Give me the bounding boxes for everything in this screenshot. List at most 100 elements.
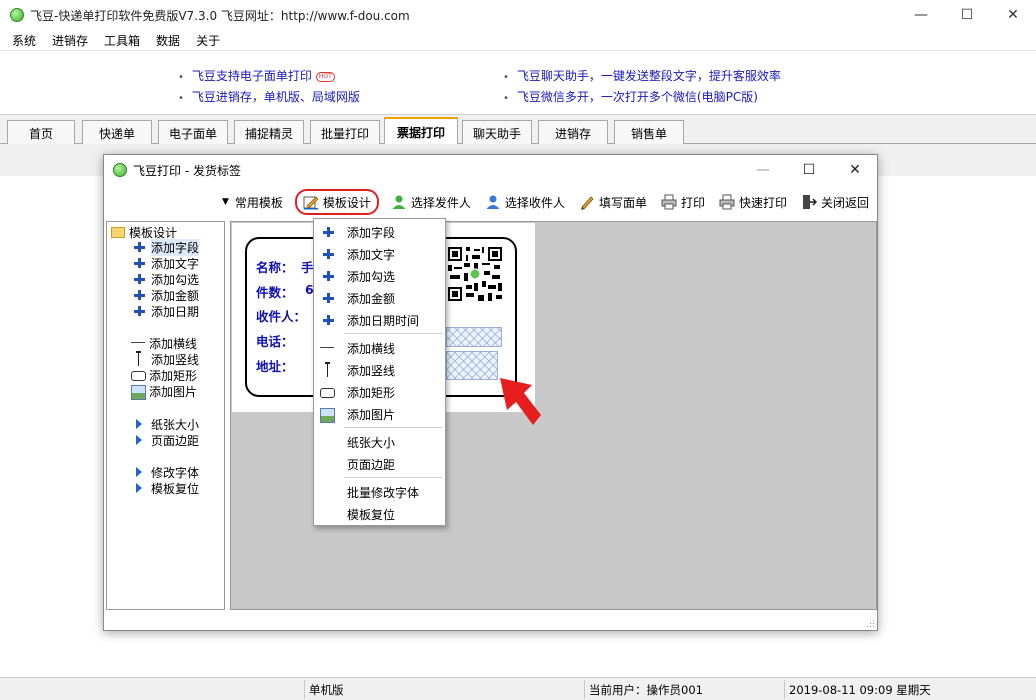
tree-item-add-amount[interactable]: 添加金额 — [133, 287, 199, 303]
label-count[interactable]: 件数： — [256, 282, 294, 301]
tab-home[interactable]: 首页 — [7, 120, 75, 145]
resize-grip-icon[interactable] — [865, 618, 875, 628]
tab-inventory[interactable]: 进销存 — [538, 120, 608, 145]
select-sender-button[interactable]: 选择发件人 — [389, 191, 473, 213]
fill-form-button[interactable]: 填写面单 — [577, 191, 649, 213]
menu-add-hline[interactable]: 添加横线 — [314, 337, 445, 359]
close-button[interactable]: ✕ — [990, 0, 1036, 30]
quick-printer-icon — [719, 194, 735, 210]
menu-add-check[interactable]: 添加勾选 — [314, 265, 445, 287]
tree-item-add-vline[interactable]: 添加竖线 — [133, 351, 199, 367]
news-link-wechat[interactable]: 飞豆微信多开，一次打开多个微信(电脑PC版) — [503, 88, 758, 105]
vertical-line-icon — [322, 362, 334, 377]
menu-add-datetime[interactable]: 添加日期时间 — [314, 309, 445, 331]
news-link-inventory[interactable]: 飞豆进销存，单机版、局域网版 — [178, 88, 360, 105]
tab-capture[interactable]: 捕捉精灵 — [234, 120, 304, 145]
menu-add-vline[interactable]: 添加竖线 — [314, 359, 445, 381]
dialog-close-button[interactable]: ✕ — [832, 155, 878, 185]
menu-page-margin[interactable]: 页面边距 — [314, 453, 445, 475]
red-pointer-arrow-icon — [500, 378, 541, 425]
menu-separator — [344, 427, 442, 428]
tree-item-add-check[interactable]: 添加勾选 — [133, 271, 199, 287]
common-template-button[interactable]: ▼ 常用模板 — [220, 191, 285, 213]
minimize-button[interactable]: — — [898, 0, 944, 30]
close-return-button[interactable]: 关闭返回 — [799, 191, 871, 213]
label-phone[interactable]: 电话： — [256, 331, 294, 350]
phone-field-box[interactable] — [446, 327, 502, 347]
tab-ticket-print[interactable]: 票据打印 — [384, 117, 458, 146]
select-receiver-button[interactable]: 选择收件人 — [483, 191, 567, 213]
plus-icon — [133, 305, 145, 317]
horizontal-line-icon — [131, 337, 145, 349]
tree-item-add-text[interactable]: 添加文字 — [133, 255, 199, 271]
label-address[interactable]: 地址： — [256, 356, 294, 375]
label-name[interactable]: 名称： — [256, 257, 294, 276]
maximize-button[interactable]: ☐ — [944, 0, 990, 30]
vertical-line-icon — [133, 351, 145, 366]
menu-about[interactable]: 关于 — [196, 32, 228, 49]
menu-add-amount[interactable]: 添加金额 — [314, 287, 445, 309]
tree-item-add-date[interactable]: 添加日期 — [133, 303, 199, 319]
menu-system[interactable]: 系统 — [12, 32, 44, 49]
print-label-dialog: 飞豆打印 - 发货标签 — ☐ ✕ ▼ 常用模板 模板设计 选择发件人 选择收件… — [103, 154, 878, 631]
tree-item-add-field[interactable]: 添加字段 — [133, 238, 200, 256]
dropdown-arrow-icon: ▼ — [221, 197, 229, 207]
tree-item-change-font[interactable]: 修改字体 — [133, 464, 199, 480]
label-receiver[interactable]: 收件人： — [256, 306, 306, 325]
print-button[interactable]: 打印 — [659, 191, 707, 213]
menu-add-rect[interactable]: 添加矩形 — [314, 381, 445, 403]
dialog-minimize-button[interactable]: — — [740, 155, 786, 185]
dialog-title: 飞豆打印 - 发货标签 — [133, 163, 241, 178]
tree-item-add-hline[interactable]: 添加横线 — [131, 335, 197, 351]
triangle-right-icon — [133, 466, 145, 478]
template-design-button[interactable]: 模板设计 — [294, 189, 379, 215]
plus-icon — [322, 270, 334, 282]
tree-item-reset-template[interactable]: 模板复位 — [133, 480, 199, 496]
address-field-box[interactable] — [446, 351, 498, 380]
dialog-maximize-button[interactable]: ☐ — [786, 155, 832, 185]
tree-item-paper-size[interactable]: 纸张大小 — [133, 416, 199, 432]
hot-badge: HOT — [315, 71, 335, 82]
menu-bar: 系统 进销存 工具箱 数据 关于 — [0, 30, 1036, 50]
menu-batch-font[interactable]: 批量修改字体 — [314, 481, 445, 503]
menu-add-text[interactable]: 添加文字 — [314, 243, 445, 265]
folder-icon — [111, 227, 125, 238]
tree-item-add-image[interactable]: 添加图片 — [131, 383, 197, 400]
image-icon — [131, 385, 146, 400]
menu-add-field[interactable]: 添加字段 — [314, 221, 445, 243]
rectangle-icon — [320, 386, 335, 398]
menu-reset-template[interactable]: 模板复位 — [314, 503, 445, 525]
menu-data[interactable]: 数据 — [156, 32, 188, 49]
plus-icon — [322, 248, 334, 260]
news-link-chat[interactable]: 飞豆聊天助手，一键发送整段文字，提升客服效率 — [503, 67, 781, 84]
menu-inventory[interactable]: 进销存 — [52, 32, 96, 49]
tab-eform[interactable]: 电子面单 — [158, 120, 228, 145]
menu-toolbox[interactable]: 工具箱 — [104, 32, 148, 49]
app-logo-icon — [10, 8, 24, 22]
plus-icon — [322, 292, 334, 304]
dialog-title-bar: 飞豆打印 - 发货标签 — ☐ ✕ — [104, 155, 877, 185]
news-link-eform[interactable]: 飞豆支持电子面单打印HOT — [178, 67, 335, 84]
triangle-right-icon — [133, 482, 145, 494]
tree-item-page-margin[interactable]: 页面边距 — [133, 432, 199, 448]
label-name-value[interactable]: 手 — [301, 257, 314, 276]
menu-paper-size[interactable]: 纸张大小 — [314, 431, 445, 453]
plus-icon — [322, 226, 334, 238]
tab-sales[interactable]: 销售单 — [614, 120, 684, 145]
qr-code-icon[interactable] — [446, 245, 504, 303]
tree-item-add-rect[interactable]: 添加矩形 — [131, 367, 197, 383]
quick-print-button[interactable]: 快速打印 — [717, 191, 789, 213]
menu-add-image[interactable]: 添加图片 — [314, 403, 445, 425]
receiver-person-icon — [485, 194, 501, 210]
tab-batch-print[interactable]: 批量打印 — [310, 120, 380, 145]
dialog-toolbar: ▼ 常用模板 模板设计 选择发件人 选择收件人 填写面单 打印 快速打印 关闭返… — [104, 189, 877, 215]
status-user: 当前用户：操作员001 — [584, 680, 784, 699]
template-edit-icon — [303, 194, 319, 210]
exit-door-icon — [801, 194, 818, 210]
tab-chat-helper[interactable]: 聊天助手 — [462, 120, 532, 145]
plus-icon — [133, 289, 145, 301]
tab-express[interactable]: 快递单 — [82, 120, 152, 145]
status-mode: 单机版 — [304, 680, 584, 699]
plus-icon — [322, 314, 334, 326]
menu-separator — [344, 333, 442, 334]
